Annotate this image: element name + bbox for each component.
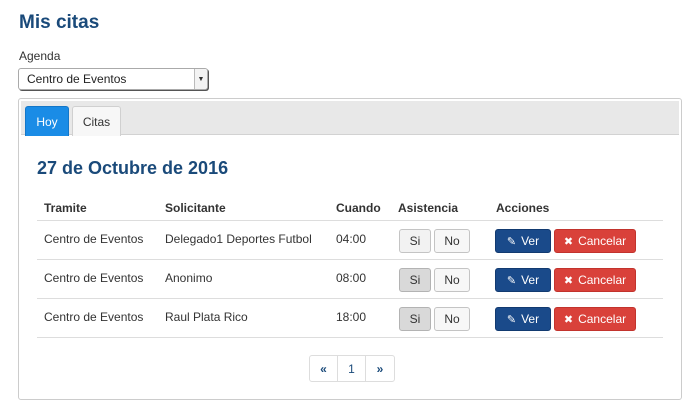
edit-icon: ✎ (506, 235, 517, 248)
edit-icon: ✎ (506, 274, 517, 287)
header-cuando: Cuando (336, 201, 381, 215)
close-icon: ✖ (563, 313, 574, 326)
edit-icon: ✎ (506, 313, 517, 326)
asistencia-si-button[interactable]: Si (399, 229, 431, 253)
ver-button[interactable]: ✎ Ver (495, 229, 551, 253)
header-solicitante: Solicitante (165, 201, 226, 215)
close-icon: ✖ (563, 235, 574, 248)
agenda-selected-value: Centro de Eventos (27, 72, 127, 86)
header-asistencia: Asistencia (398, 201, 459, 215)
cell-tramite: Centro de Eventos (44, 271, 144, 285)
cell-tramite: Centro de Eventos (44, 232, 144, 246)
asistencia-no-button[interactable]: No (434, 229, 470, 253)
table-row: Centro de Eventos Delegado1 Deportes Fut… (37, 221, 663, 260)
citas-panel: Hoy Citas 27 de Octubre de 2016 Tramite … (18, 98, 682, 400)
asistencia-si-button[interactable]: Si (399, 307, 431, 331)
cancelar-label: Cancelar (578, 312, 627, 326)
page-title: Mis citas (19, 12, 100, 33)
cell-solicitante: Delegado1 Deportes Futbol (165, 232, 312, 246)
chevron-down-icon[interactable]: ▼ (194, 69, 207, 89)
agenda-label: Agenda (19, 49, 61, 63)
tab-bar: Hoy Citas (21, 101, 679, 136)
asistencia-no-button[interactable]: No (434, 268, 470, 292)
header-acciones: Acciones (496, 201, 550, 215)
pagination-page-1[interactable]: 1 (338, 356, 366, 381)
cancelar-label: Cancelar (578, 234, 627, 248)
table-row: Centro de Eventos Anonimo 08:00 Si No ✎ V… (37, 260, 663, 299)
cancelar-button[interactable]: ✖ Cancelar (554, 229, 636, 253)
pagination: « 1 » (309, 355, 395, 382)
tab-hoy[interactable]: Hoy (25, 106, 69, 136)
tab-citas[interactable]: Citas (72, 106, 121, 136)
ver-label: Ver (521, 234, 540, 248)
ver-label: Ver (521, 312, 540, 326)
ver-button[interactable]: ✎ Ver (495, 307, 551, 331)
close-icon: ✖ (563, 274, 574, 287)
asistencia-si-button[interactable]: Si (399, 268, 431, 292)
cell-cuando: 18:00 (336, 310, 367, 324)
cancelar-label: Cancelar (578, 273, 627, 287)
cancelar-button[interactable]: ✖ Cancelar (554, 268, 636, 292)
citas-table: Tramite Solicitante Cuando Asistencia Ac… (37, 194, 663, 338)
ver-button[interactable]: ✎ Ver (495, 268, 551, 292)
cell-cuando: 08:00 (336, 271, 367, 285)
date-heading: 27 de Octubre de 2016 (37, 158, 229, 178)
asistencia-no-button[interactable]: No (434, 307, 470, 331)
cancelar-button[interactable]: ✖ Cancelar (554, 307, 636, 331)
pagination-prev[interactable]: « (310, 356, 338, 381)
cell-solicitante: Anonimo (165, 271, 213, 285)
table-header: Tramite Solicitante Cuando Asistencia Ac… (37, 194, 663, 221)
cell-solicitante: Raul Plata Rico (165, 310, 248, 324)
cell-cuando: 04:00 (336, 232, 367, 246)
agenda-select[interactable]: Centro de Eventos ▼ (18, 68, 208, 90)
table-row: Centro de Eventos Raul Plata Rico 18:00 … (37, 299, 663, 338)
header-tramite: Tramite (44, 201, 87, 215)
cell-tramite: Centro de Eventos (44, 310, 144, 324)
ver-label: Ver (521, 273, 540, 287)
pagination-next[interactable]: » (366, 356, 394, 381)
